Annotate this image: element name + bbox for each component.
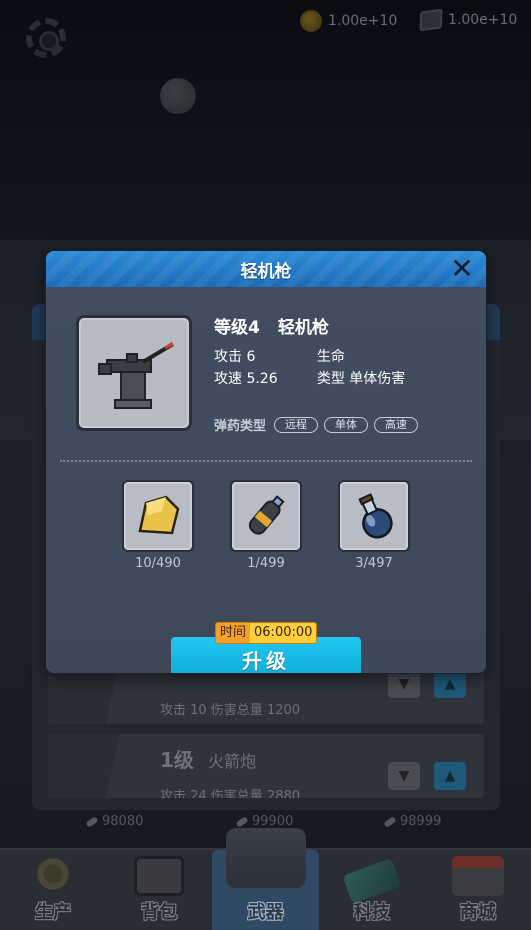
- ammo-tag: 单体: [324, 416, 369, 433]
- machine-gun-icon: [98, 342, 175, 409]
- weapon-info: 等级4 轻机枪 攻击 6 生命 攻速 5.26 类型 单体伤害: [214, 313, 405, 387]
- ammo-tag: 高速: [374, 416, 419, 433]
- material-slot[interactable]: 3/497: [338, 480, 410, 571]
- attack-stat: 攻击 6: [214, 349, 256, 365]
- material-count: 1/499: [247, 556, 285, 571]
- ammo-type-label: 弹药类型: [214, 419, 267, 434]
- dialog-body: 等级4 轻机枪 攻击 6 生命 攻速 5.26 类型 单体伤害 弹药类型 远程 …: [46, 287, 486, 673]
- attack-speed-stat: 攻速 5.26: [214, 371, 278, 387]
- timer-label: 时间: [216, 623, 251, 643]
- gas-canister-icon: [248, 495, 285, 535]
- type-stat: 类型 单体伤害: [316, 371, 406, 387]
- life-stat: 生命: [316, 349, 345, 365]
- material-slot[interactable]: 10/490: [122, 480, 194, 571]
- timer-value: 06:00:00: [250, 623, 317, 643]
- divider: [60, 460, 472, 462]
- material-count: 10/490: [135, 556, 181, 571]
- material-box: [122, 480, 194, 552]
- ammo-type-row: 弹药类型 远程 单体 高速: [214, 415, 419, 434]
- ammo-tag: 远程: [274, 416, 319, 433]
- weapon-thumbnail: [76, 315, 192, 431]
- material-slot[interactable]: 1/499: [230, 480, 302, 571]
- weapon-upgrade-dialog: 轻机枪 ✕ 等级4 轻机枪 攻击 6 生命 攻速 5.26 类型 单体伤害 弹药…: [46, 251, 486, 673]
- upgrade-timer: 时间 06:00:00: [215, 622, 318, 644]
- weapon-heading: 等级4 轻机枪: [214, 313, 329, 338]
- weapon-name: 轻机枪: [277, 318, 329, 338]
- dialog-title: 轻机枪: [240, 261, 292, 282]
- close-button[interactable]: ✕: [448, 255, 476, 283]
- potion-flask-icon: [358, 493, 393, 539]
- weapon-stats: 攻击 6 生命 攻速 5.26 类型 单体伤害: [214, 345, 454, 389]
- material-count: 3/497: [355, 556, 393, 571]
- material-box: [338, 480, 410, 552]
- dialog-header: 轻机枪 ✕: [46, 251, 486, 287]
- weapon-level: 等级4: [214, 318, 260, 338]
- material-box: [230, 480, 302, 552]
- gold-ore-icon: [138, 495, 180, 535]
